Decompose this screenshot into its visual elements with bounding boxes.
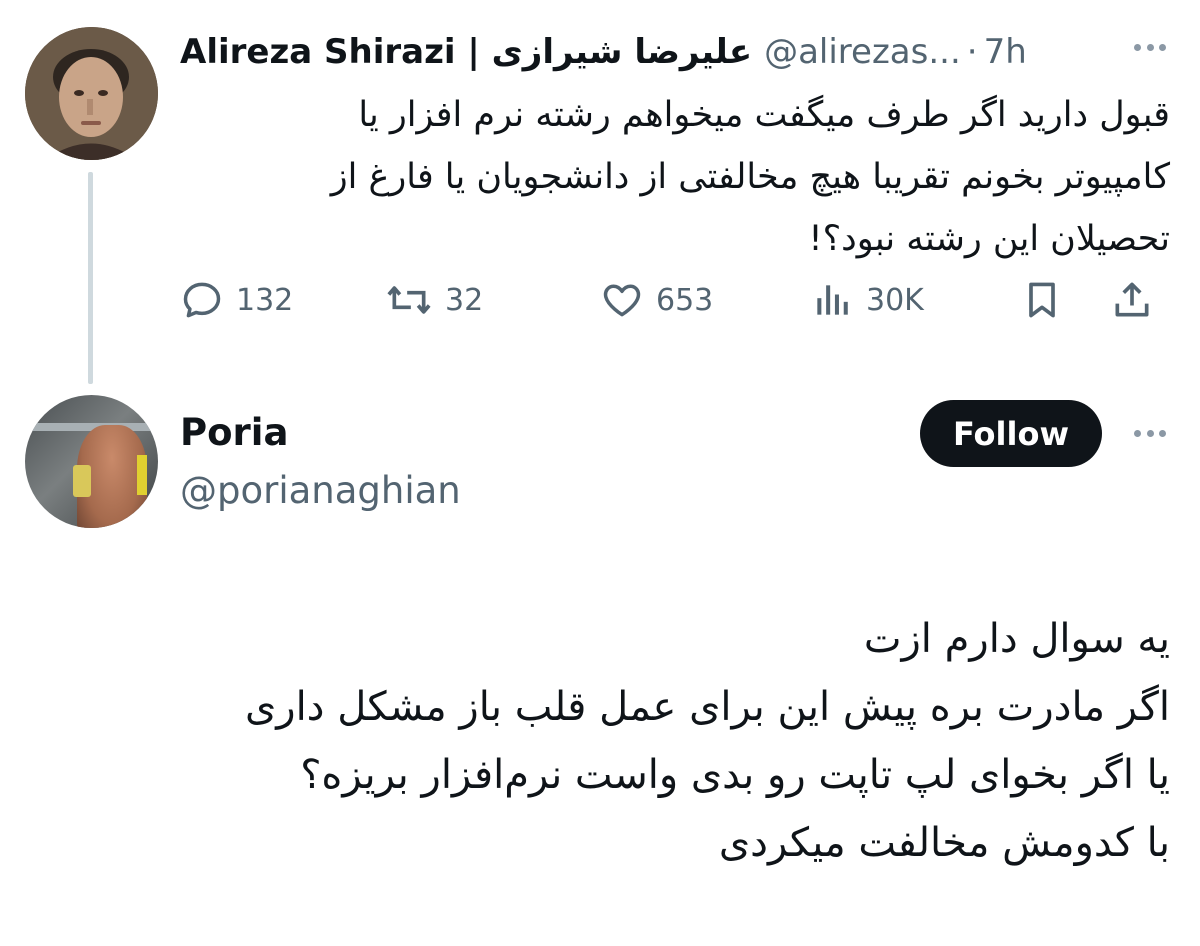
share-button[interactable] xyxy=(1110,270,1154,330)
tweet-action-bar: 132 32 653 30K xyxy=(180,270,1170,330)
original-tweet[interactable]: Alireza Shirazi | علیرضا شیرازی @alireza… xyxy=(0,0,1200,384)
separator-dot: · xyxy=(966,32,978,72)
like-count: 653 xyxy=(656,282,714,318)
author-name[interactable]: Alireza Shirazi | علیرضا شیرازی xyxy=(180,27,752,77)
retweet-icon xyxy=(387,286,431,314)
reply-text-line: با کدومش مخالفت میکردی xyxy=(718,820,1170,866)
tweet-text: قبول دارید اگر طرف میگفت میخواهم رشته نر… xyxy=(180,84,1170,270)
like-button[interactable]: 653 xyxy=(600,270,713,330)
tweet-timestamp[interactable]: 7h xyxy=(984,27,1027,77)
view-count: 30K xyxy=(866,282,924,318)
avatar[interactable] xyxy=(25,395,158,528)
reply-count: 132 xyxy=(236,282,294,318)
more-options-icon[interactable] xyxy=(1128,423,1172,443)
thread-connector-line xyxy=(88,172,93,384)
views-button[interactable]: 30K xyxy=(810,270,924,330)
reply-text-line: یه سوال دارم ازت xyxy=(863,616,1170,662)
reply-text-line: اگر مادرت بره پیش این برای عمل قلب باز م… xyxy=(244,684,1170,730)
tweet-thread-view: Alireza Shirazi | علیرضا شیرازی @alireza… xyxy=(0,0,1200,946)
heart-icon xyxy=(603,284,641,317)
reply-button[interactable]: 132 xyxy=(180,270,293,330)
avatar[interactable] xyxy=(25,27,158,160)
retweet-button[interactable]: 32 xyxy=(385,270,483,330)
reply-icon xyxy=(183,282,221,318)
reply-text-line: یا اگر بخوای لپ تاپت رو بدی واست نرم‌افز… xyxy=(300,752,1170,798)
retweet-count: 32 xyxy=(445,282,484,318)
reply-text: یه سوال دارم ازت اگر مادرت بره پیش این ب… xyxy=(100,605,1170,877)
tweet-text-line: کامپیوتر بخونم تقریبا هیچ مخالفتی از دان… xyxy=(330,157,1170,197)
author-name[interactable]: Poria xyxy=(180,408,288,458)
author-handle[interactable]: @porianaghian xyxy=(180,466,461,516)
follow-button[interactable]: Follow xyxy=(920,400,1102,467)
profile-photo-icon xyxy=(25,27,158,160)
analytics-icon xyxy=(817,285,848,315)
tweet-text-line: تحصیلان این رشته نبود؟! xyxy=(808,219,1170,259)
more-options-icon[interactable] xyxy=(1128,37,1172,57)
bookmark-icon xyxy=(1029,282,1055,318)
author-handle[interactable]: @alirezas... xyxy=(764,27,961,77)
tweet-text-line: قبول دارید اگر طرف میگفت میخواهم رشته نر… xyxy=(358,95,1170,135)
share-icon xyxy=(1115,282,1149,317)
bookmark-button[interactable] xyxy=(1020,270,1064,330)
tweet-header: Alireza Shirazi | علیرضا شیرازی @alireza… xyxy=(180,27,1180,77)
